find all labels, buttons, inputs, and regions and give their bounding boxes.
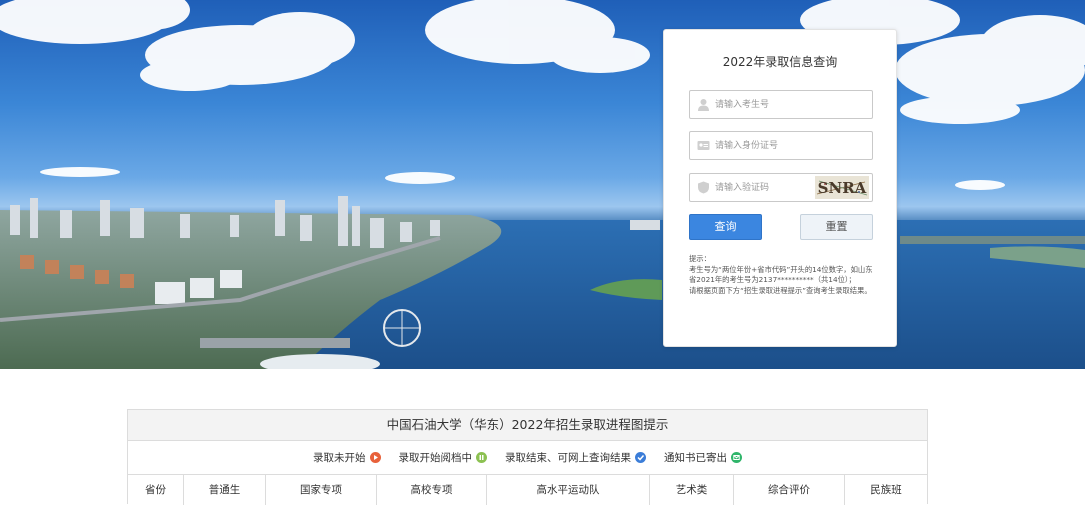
tips-line: 考生号为“两位年份+省市代码”开头的14位数字，如山东省2021年的考生号为21…: [689, 264, 873, 285]
exam-number-input[interactable]: [715, 91, 865, 118]
tips-text: 提示： 考生号为“两位年份+省市代码”开头的14位数字，如山东省2021年的考生…: [689, 254, 875, 296]
progress-title: 中国石油大学（华东）2022年招生录取进程图提示: [128, 410, 927, 441]
login-title: 2022年录取信息查询: [722, 55, 838, 69]
query-button[interactable]: 查询: [689, 214, 762, 240]
progress-header-row: 省份 普通生 国家专项 高校专项 高水平运动队 艺术类 综合评价 民族班: [128, 475, 927, 505]
column-header: 民族班: [870, 484, 902, 496]
exam-number-field[interactable]: [689, 90, 873, 119]
captcha-input[interactable]: [715, 174, 815, 201]
legend-label: 录取未开始: [313, 452, 366, 464]
captcha-drawing: SNRA: [816, 179, 868, 197]
reset-button[interactable]: 重置: [800, 214, 873, 240]
id-card-field[interactable]: [689, 131, 873, 160]
captcha-image[interactable]: SNRA: [815, 176, 869, 199]
legend-item: 录取开始阅档中: [398, 450, 487, 465]
login-card: 2022年录取信息查询 请输入考生号 请输入身份证号 请输入验证码 SNRA 查…: [663, 29, 897, 347]
legend-item: 录取结束、可网上查询结果: [505, 450, 646, 465]
city-skyline-photo: [0, 0, 1085, 369]
column-header: 高校专项: [377, 475, 487, 505]
admission-progress-table: 中国石油大学（华东）2022年招生录取进程图提示 录取未开始 录取开始阅档中 录…: [127, 409, 928, 505]
tips-line: 请根据页面下方“招生录取进程提示”查询考生录取结果。: [689, 285, 872, 295]
shield-icon: [698, 181, 709, 194]
legend-label: 通知书已寄出: [664, 452, 727, 464]
column-header: 普通生: [184, 475, 266, 505]
pause-icon: [476, 452, 487, 463]
legend-item: 录取未开始: [313, 450, 381, 465]
column-header: 高水平运动队: [487, 475, 650, 505]
legend-label: 录取开始阅档中: [398, 452, 473, 464]
progress-legend: 录取未开始 录取开始阅档中 录取结束、可网上查询结果 通知书已寄出: [128, 441, 927, 475]
user-icon: [698, 99, 709, 111]
column-header: 综合评价: [734, 475, 845, 505]
legend-label: 录取结束、可网上查询结果: [505, 452, 631, 464]
column-header: 国家专项: [266, 475, 377, 505]
captcha-field[interactable]: SNRA: [689, 173, 873, 202]
hero-banner: 2022年录取信息查询 请输入考生号 请输入身份证号 请输入验证码 SNRA 查…: [0, 0, 1085, 369]
legend-item: 通知书已寄出: [664, 450, 742, 465]
id-card-input[interactable]: [715, 132, 865, 159]
captcha-text: SNRA: [818, 179, 867, 197]
column-header: 艺术类: [650, 475, 734, 505]
play-icon: [369, 452, 381, 463]
id-card-icon: [697, 141, 710, 150]
mail-icon: [731, 452, 742, 463]
tips-heading: 提示：: [689, 254, 711, 263]
check-icon: [635, 452, 646, 463]
column-header: 省份: [128, 475, 184, 505]
